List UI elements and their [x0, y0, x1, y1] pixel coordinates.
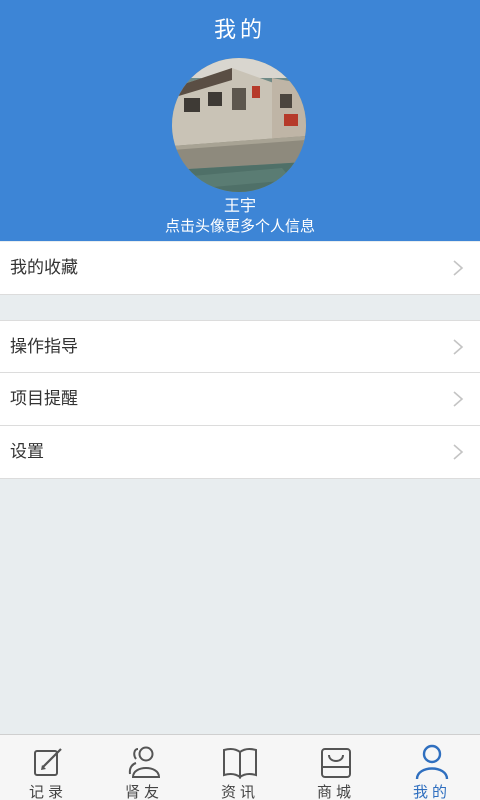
avatar[interactable] — [172, 58, 306, 192]
tab-mall[interactable]: 商城 — [288, 735, 384, 800]
people-icon — [128, 746, 161, 778]
menu-item-favorites[interactable]: 我的收藏 — [0, 242, 480, 294]
menu-item-label: 项目提醒 — [10, 389, 78, 409]
profile-screen: 我的 王宇 点击头像更多个人信息 我的收藏 操作指导 项目提醒 设置 记录 肾友… — [0, 0, 480, 800]
tab-label: 肾友 — [124, 783, 163, 800]
book-icon — [223, 747, 257, 779]
chevron-right-icon — [453, 444, 464, 460]
shopping-bag-icon — [321, 748, 351, 778]
profile-header: 我的 王宇 点击头像更多个人信息 — [0, 0, 480, 241]
menu-item-reminder[interactable]: 项目提醒 — [0, 373, 480, 425]
tab-records[interactable]: 记录 — [0, 735, 96, 800]
menu-item-label: 操作指导 — [10, 337, 78, 357]
tab-news[interactable]: 资讯 — [192, 735, 288, 800]
tab-label: 商城 — [316, 783, 355, 800]
divider — [0, 478, 480, 479]
avatar-photo — [172, 58, 306, 192]
tab-kidney-friends[interactable]: 肾友 — [96, 735, 192, 800]
menu-item-label: 设置 — [10, 442, 44, 462]
tab-label: 资讯 — [220, 783, 259, 800]
pencil-note-icon — [34, 748, 62, 776]
chevron-right-icon — [453, 339, 464, 355]
chevron-right-icon — [453, 391, 464, 407]
person-icon — [415, 744, 449, 780]
tab-label: 记录 — [28, 783, 67, 800]
bottom-tab-bar: 记录 肾友 资讯 商城 我的 — [0, 734, 480, 800]
user-name: 王宇 — [223, 196, 256, 215]
tab-mine[interactable]: 我的 — [384, 735, 480, 800]
avatar-hint-text: 点击头像更多个人信息 — [164, 217, 315, 235]
menu-item-settings[interactable]: 设置 — [0, 426, 480, 478]
divider — [0, 294, 480, 295]
page-title: 我的 — [213, 18, 266, 43]
menu-item-label: 我的收藏 — [10, 258, 78, 278]
tab-label: 我的 — [412, 783, 451, 800]
chevron-right-icon — [453, 260, 464, 276]
menu-item-guide[interactable]: 操作指导 — [0, 321, 480, 373]
